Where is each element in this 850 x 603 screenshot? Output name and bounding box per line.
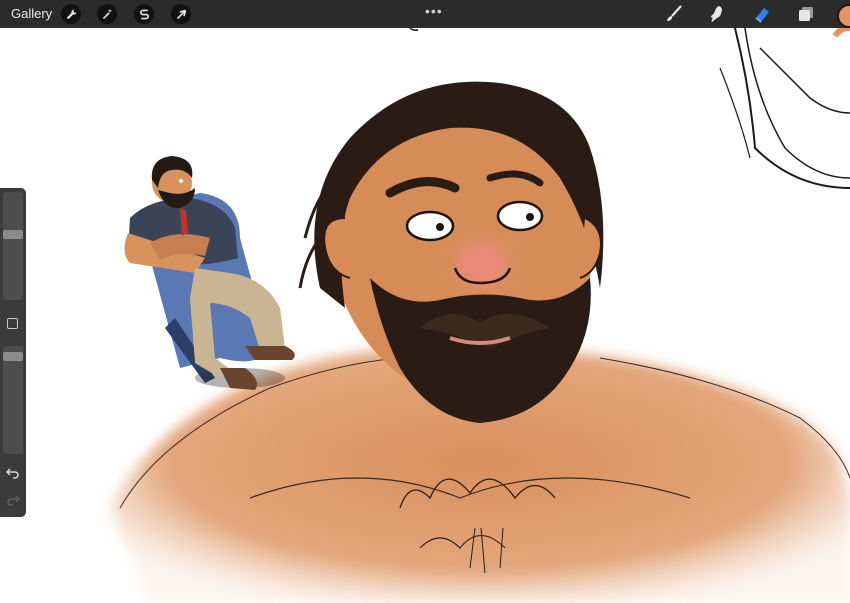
brush-opacity-slider-handle[interactable] [3,352,23,361]
undo-button[interactable] [5,464,21,480]
brush-size-slider-handle[interactable] [3,230,23,239]
selection-button[interactable] [134,4,154,24]
modify-button[interactable] [7,318,18,329]
actions-button[interactable] [61,4,81,24]
top-toolbar: Gallery ••• [0,0,850,28]
smudge-tool-button[interactable] [706,4,728,24]
magic-wand-icon [102,8,112,19]
brush-opacity-slider[interactable] [3,346,23,454]
more-menu-button[interactable]: ••• [425,3,443,19]
undo-icon [6,468,19,479]
small-seated-figure [124,156,295,390]
layers-tool-button[interactable] [795,4,817,24]
transform-button[interactable] [171,4,191,24]
smudge-icon [711,6,722,22]
brush-size-slider[interactable] [3,192,23,300]
color-picker-button[interactable] [837,4,850,28]
drawing-canvas[interactable] [0,28,850,603]
layers-icon [799,7,813,21]
stray-stroke [409,28,419,31]
redo-button[interactable] [5,491,21,507]
adjustments-button[interactable] [97,4,117,24]
wrench-icon [66,9,76,19]
sketch-lines-top-right [719,28,850,189]
left-sidebar [0,188,26,517]
redo-icon [7,495,20,506]
brush-icon [667,5,682,21]
arrow-cursor-icon [176,9,186,19]
gallery-button[interactable]: Gallery [11,6,52,21]
eraser-tool-button[interactable] [751,4,773,24]
selection-s-icon [139,9,149,19]
brush-tool-button[interactable] [663,4,685,24]
eraser-icon [755,8,769,23]
